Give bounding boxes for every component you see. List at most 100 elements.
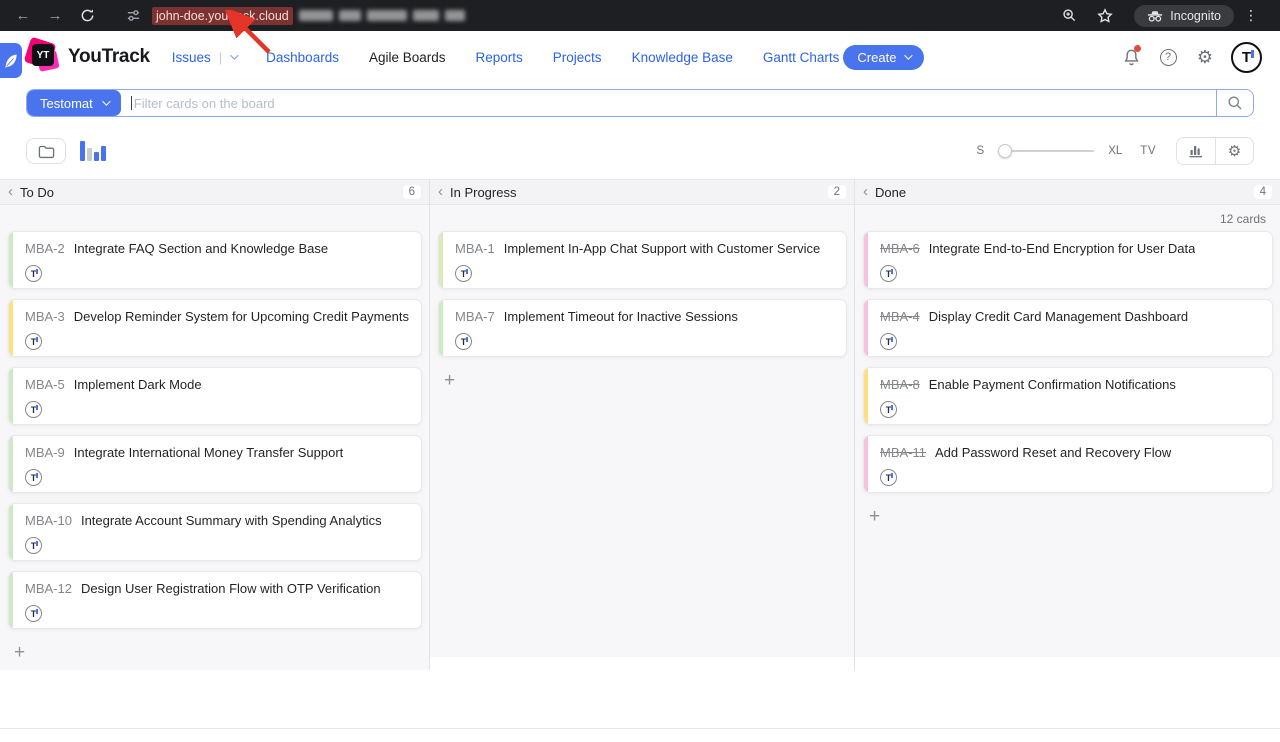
collapse-column-icon[interactable]: ‹ — [438, 184, 443, 199]
browser-reload-icon[interactable] — [74, 5, 100, 27]
assignee-avatar[interactable]: T — [880, 333, 897, 350]
card-title[interactable]: Integrate End-to-End Encryption for User… — [929, 241, 1196, 256]
issue-card[interactable]: MBA-4 Display Credit Card Management Das… — [863, 299, 1273, 357]
nav-item-reports[interactable]: Reports — [476, 50, 523, 65]
board-selector-button[interactable]: Testomat — [27, 90, 121, 116]
nav-item-dashboards[interactable]: Dashboards — [266, 50, 339, 65]
column-header: ‹ To Do 6 — [0, 179, 429, 205]
board-settings-button[interactable]: ⚙ — [1215, 138, 1253, 164]
card-id[interactable]: MBA-3 — [25, 309, 65, 324]
address-bar-redacted — [299, 10, 465, 21]
card-title[interactable]: Enable Payment Confirmation Notification… — [929, 377, 1176, 392]
browser-back-icon[interactable]: ← — [10, 5, 36, 27]
card-id[interactable]: MBA-6 — [880, 241, 920, 256]
card-title[interactable]: Integrate International Money Transfer S… — [74, 445, 344, 460]
card-id[interactable]: MBA-1 — [455, 241, 495, 256]
chevron-down-icon — [230, 51, 238, 59]
add-card-button[interactable]: + — [438, 369, 461, 392]
issue-card[interactable]: MBA-8 Enable Payment Confirmation Notifi… — [863, 367, 1273, 425]
main-nav: Issues| Dashboards Agile Boards Reports Proj… — [172, 50, 840, 65]
issue-card[interactable]: MBA-2 Integrate FAQ Section and Knowledg… — [8, 231, 422, 289]
youtrack-logo[interactable]: YT — [30, 42, 60, 72]
nav-item-issues[interactable]: Issues| — [172, 50, 236, 65]
site-info-icon[interactable] — [120, 5, 146, 27]
assignee-avatar[interactable]: T — [25, 469, 42, 486]
youtrack-logo-badge: YT — [32, 44, 54, 66]
add-card-button[interactable]: + — [8, 641, 31, 664]
card-title[interactable]: Integrate FAQ Section and Knowledge Base — [74, 241, 328, 256]
assignee-avatar[interactable]: T — [25, 265, 42, 282]
card-title[interactable]: Develop Reminder System for Upcoming Cre… — [74, 309, 409, 324]
issue-card[interactable]: MBA-3 Develop Reminder System for Upcomi… — [8, 299, 422, 357]
board-view-icon[interactable] — [80, 141, 106, 161]
create-button[interactable]: Create — [843, 45, 924, 70]
help-icon[interactable]: ? — [1157, 46, 1179, 68]
assignee-avatar[interactable]: T — [880, 265, 897, 282]
collapse-column-icon[interactable]: ‹ — [8, 184, 13, 199]
issue-card[interactable]: MBA-7 Implement Timeout for Inactive Ses… — [438, 299, 847, 357]
card-title[interactable]: Add Password Reset and Recovery Flow — [935, 445, 1171, 460]
search-button[interactable] — [1216, 90, 1253, 116]
collapse-column-icon[interactable]: ‹ — [863, 184, 868, 199]
nav-item-agile-boards[interactable]: Agile Boards — [369, 50, 446, 65]
card-id[interactable]: MBA-7 — [455, 309, 495, 324]
board-column: ‹ Done 4 MBA-6 Integrate End-to-End Encr… — [855, 179, 1280, 670]
issue-card[interactable]: MBA-6 Integrate End-to-End Encryption fo… — [863, 231, 1273, 289]
card-id[interactable]: MBA-12 — [25, 581, 72, 596]
card-priority-stripe — [9, 572, 13, 628]
assignee-avatar[interactable]: T — [25, 401, 42, 418]
browser-menu-icon[interactable]: ⋮ — [1238, 5, 1264, 27]
issue-card[interactable]: MBA-12 Design User Registration Flow wit… — [8, 571, 422, 629]
assignee-avatar[interactable]: T — [455, 333, 472, 350]
card-title[interactable]: Display Credit Card Management Dashboard — [929, 309, 1188, 324]
zoom-icon[interactable] — [1056, 5, 1082, 27]
browser-forward-icon[interactable]: → — [42, 5, 68, 27]
nav-item-gantt-charts[interactable]: Gantt Charts — [763, 50, 840, 65]
card-id[interactable]: MBA-4 — [880, 309, 920, 324]
assignee-avatar[interactable]: T — [455, 265, 472, 282]
user-avatar[interactable]: T — [1231, 42, 1262, 73]
youtrack-wordmark[interactable]: YouTrack — [68, 46, 150, 68]
column-header: ‹ Done 4 — [855, 179, 1280, 205]
card-id[interactable]: MBA-2 — [25, 241, 65, 256]
board-tools-group: ⚙ — [1176, 137, 1254, 165]
assignee-avatar[interactable]: T — [880, 401, 897, 418]
column-header: ‹ In Progress 2 — [430, 179, 854, 205]
card-title[interactable]: Implement Timeout for Inactive Sessions — [504, 309, 738, 324]
card-id[interactable]: MBA-10 — [25, 513, 72, 528]
card-id[interactable]: MBA-8 — [880, 377, 920, 392]
settings-gear-icon[interactable]: ⚙ — [1194, 46, 1216, 68]
column-body: MBA-6 Integrate End-to-End Encryption fo… — [855, 205, 1280, 657]
card-id[interactable]: MBA-9 — [25, 445, 65, 460]
slider-knob[interactable] — [998, 144, 1012, 158]
assignee-avatar[interactable]: T — [880, 469, 897, 486]
nav-item-projects[interactable]: Projects — [553, 50, 602, 65]
chart-button[interactable] — [1177, 138, 1215, 164]
issue-card[interactable]: MBA-5 Implement Dark Mode T — [8, 367, 422, 425]
card-title[interactable]: Implement In-App Chat Support with Custo… — [504, 241, 820, 256]
nav-item-knowledge-base[interactable]: Knowledge Base — [632, 50, 733, 65]
issue-card[interactable]: MBA-11 Add Password Reset and Recovery F… — [863, 435, 1273, 493]
card-title[interactable]: Design User Registration Flow with OTP V… — [81, 581, 381, 596]
filter-input[interactable]: Filter cards on the board — [121, 90, 1216, 116]
address-bar-url[interactable]: john-doe.youtrack.cloud — [152, 7, 293, 25]
tv-mode-label[interactable]: TV — [1140, 145, 1156, 157]
page-bottom-divider — [0, 728, 1280, 729]
card-title[interactable]: Integrate Account Summary with Spending … — [81, 513, 382, 528]
issue-card[interactable]: MBA-10 Integrate Account Summary with Sp… — [8, 503, 422, 561]
assignee-avatar[interactable]: T — [25, 605, 42, 622]
bookmark-star-icon[interactable] — [1092, 5, 1118, 27]
issue-card[interactable]: MBA-9 Integrate International Money Tran… — [8, 435, 422, 493]
card-id[interactable]: MBA-11 — [880, 445, 926, 460]
assignee-avatar[interactable]: T — [25, 333, 42, 350]
card-id[interactable]: MBA-5 — [25, 377, 65, 392]
card-title[interactable]: Implement Dark Mode — [74, 377, 202, 392]
assignee-avatar[interactable]: T — [25, 537, 42, 554]
chevron-down-icon — [102, 97, 110, 105]
issue-card[interactable]: MBA-1 Implement In-App Chat Support with… — [438, 231, 847, 289]
notifications-bell-icon[interactable] — [1120, 46, 1142, 68]
add-card-button[interactable]: + — [863, 505, 886, 528]
card-size-slider[interactable] — [998, 144, 1094, 158]
edge-panel-tab[interactable] — [0, 43, 22, 78]
swimlane-folder-button[interactable] — [26, 138, 66, 164]
